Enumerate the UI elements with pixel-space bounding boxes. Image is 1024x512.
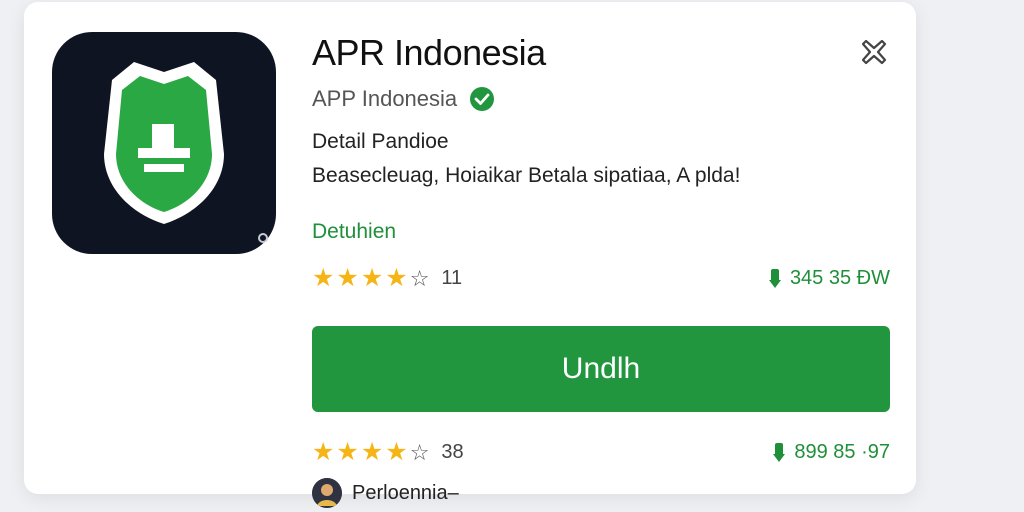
star-full-icon: ★ <box>336 264 359 292</box>
star-full-icon: ★ <box>336 438 359 466</box>
rating-count: 11 <box>441 267 463 289</box>
download-count: 899 85 ·97 <box>770 441 890 464</box>
rating-row-primary: ★ ★ ★ ★ ☆ 11 345 35 ĐW <box>312 266 890 291</box>
star-rating: ★ ★ ★ ★ ☆ 38 <box>312 440 464 465</box>
star-full-icon: ★ <box>312 438 335 466</box>
app-category-link[interactable]: Detuhien <box>312 220 396 244</box>
reviewer-name: Perloennia– <box>352 481 459 504</box>
verified-check-icon <box>470 87 495 111</box>
close-button[interactable] <box>858 36 890 68</box>
close-icon <box>861 39 887 65</box>
reviewer-row[interactable]: Perloennia– <box>312 478 459 508</box>
star-empty-icon: ☆ <box>409 439 430 465</box>
rating-row-secondary: ★ ★ ★ ★ ☆ 38 899 85 ·97 <box>312 440 890 465</box>
app-title: APR Indonesia <box>312 32 546 73</box>
detail-label: Detail Pandioe <box>312 130 449 153</box>
download-count: 345 35 ĐW <box>766 267 890 290</box>
star-full-icon: ★ <box>385 264 408 292</box>
download-count-value: 345 35 ĐW <box>789 267 890 289</box>
download-icon <box>768 268 781 288</box>
download-icon <box>773 442 786 462</box>
app-detail-card: APR Indonesia APP Indonesia Detail Pandi… <box>24 2 916 508</box>
developer-name[interactable]: APP Indonesia <box>312 86 457 112</box>
developer-row: APP Indonesia <box>312 86 495 112</box>
shield-icon <box>104 62 224 224</box>
star-full-icon: ★ <box>360 438 384 466</box>
star-full-icon: ★ <box>312 264 335 292</box>
user-avatar-icon <box>312 478 342 508</box>
rating-count: 38 <box>441 441 464 463</box>
avatar <box>312 478 342 508</box>
star-empty-icon: ☆ <box>409 265 430 291</box>
star-half-icon: ★ <box>385 438 408 466</box>
info-dot-icon <box>258 233 268 243</box>
install-button[interactable]: Undlh <box>312 326 890 412</box>
app-description: Beasecleuag, Hoiaikar Betala sipatiaa, A… <box>312 164 741 187</box>
star-rating: ★ ★ ★ ★ ☆ 11 <box>312 266 462 291</box>
app-icon[interactable] <box>52 32 276 254</box>
download-count-value: 899 85 ·97 <box>794 441 890 463</box>
star-full-icon: ★ <box>360 264 384 292</box>
